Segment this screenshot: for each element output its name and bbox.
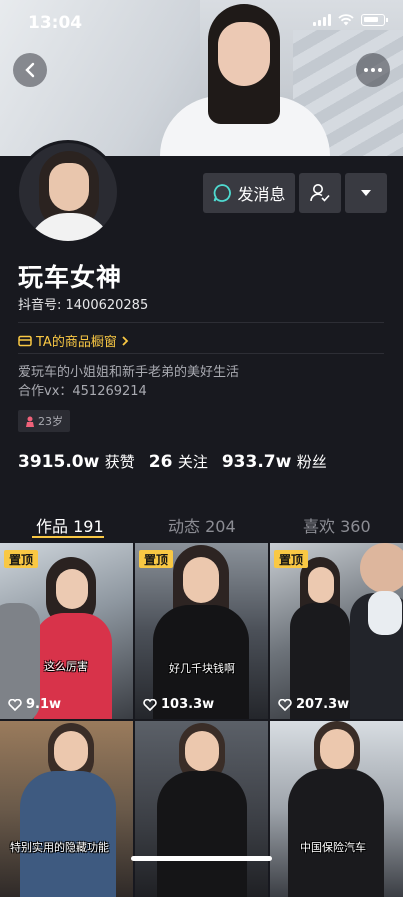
tab-moments[interactable]: 动态 204 bbox=[168, 513, 236, 537]
more-button[interactable] bbox=[356, 53, 390, 87]
tab-works[interactable]: 作品 191 bbox=[36, 513, 104, 537]
bio-line: 爱玩车的小姐姐和新手老弟的美好生活 bbox=[18, 365, 240, 380]
status-time: 13:04 bbox=[28, 13, 83, 33]
video-tile[interactable]: 置顶 207.3w bbox=[270, 543, 403, 719]
divider bbox=[18, 353, 384, 354]
home-indicator[interactable] bbox=[131, 856, 272, 861]
likes-stat[interactable]: 3915.0w 获赞 bbox=[18, 451, 135, 472]
heart-icon bbox=[143, 698, 157, 711]
dropdown-icon bbox=[361, 190, 371, 196]
message-icon bbox=[214, 184, 232, 202]
followers-value: 933.7w bbox=[221, 452, 292, 472]
shop-icon bbox=[18, 335, 32, 346]
followers-stat[interactable]: 933.7w 粉丝 bbox=[222, 451, 327, 472]
video-tile[interactable]: 特别实用的隐藏功能 bbox=[0, 721, 133, 897]
video-likes: 103.3w bbox=[143, 697, 214, 712]
video-likes-count: 207.3w bbox=[296, 697, 350, 712]
likes-value: 3915.0w bbox=[18, 452, 100, 472]
pinned-badge: 置顶 bbox=[4, 550, 39, 568]
video-caption: 中国保险汽车 bbox=[300, 841, 366, 854]
tab-likes[interactable]: 喜欢 360 bbox=[303, 513, 371, 537]
wifi-icon bbox=[338, 14, 354, 26]
divider bbox=[18, 322, 384, 323]
following-stat[interactable]: 26 关注 bbox=[149, 451, 208, 472]
video-likes: 207.3w bbox=[278, 697, 349, 712]
avatar[interactable] bbox=[16, 140, 120, 244]
video-grid: 置顶 这么厉害 9.1w 置顶 好几千块钱啊 103.3w 置顶 207.3w bbox=[0, 543, 403, 897]
female-icon bbox=[26, 416, 34, 427]
video-caption: 好几千块钱啊 bbox=[169, 662, 235, 675]
video-tile[interactable]: 中国保险汽车 bbox=[270, 721, 403, 897]
video-caption: 特别实用的隐藏功能 bbox=[10, 841, 109, 854]
profile-name: 玩车女神 bbox=[18, 263, 123, 292]
followers-label: 粉丝 bbox=[296, 453, 327, 471]
battery-icon bbox=[361, 14, 388, 26]
heart-icon bbox=[8, 698, 22, 711]
video-tile[interactable] bbox=[135, 721, 268, 897]
video-tile[interactable]: 置顶 好几千块钱啊 103.3w bbox=[135, 543, 268, 719]
chevron-right-icon bbox=[122, 335, 129, 346]
back-icon bbox=[25, 62, 35, 78]
age-tag: 23岁 bbox=[18, 410, 70, 432]
bio: 爱玩车的小姐姐和新手老弟的美好生活 合作vx：451269214 bbox=[18, 363, 239, 401]
status-bar: 13:04 bbox=[0, 0, 403, 46]
video-tile[interactable]: 置顶 这么厉害 9.1w bbox=[0, 543, 133, 719]
followed-button[interactable] bbox=[299, 173, 341, 213]
pinned-badge: 置顶 bbox=[274, 550, 309, 568]
video-likes-count: 103.3w bbox=[161, 697, 215, 712]
dropdown-button[interactable] bbox=[345, 173, 387, 213]
shop-label: TA的商品橱窗 bbox=[36, 335, 117, 350]
video-likes-count: 9.1w bbox=[26, 697, 62, 712]
signal-icon bbox=[313, 14, 331, 26]
douyin-id: 抖音号: 1400620285 bbox=[18, 298, 149, 313]
video-likes: 9.1w bbox=[8, 697, 61, 712]
likes-label: 获赞 bbox=[104, 453, 135, 471]
following-value: 26 bbox=[148, 452, 173, 472]
video-caption: 这么厉害 bbox=[44, 660, 88, 673]
heart-icon bbox=[278, 698, 292, 711]
stats-row: 3915.0w 获赞 26 关注 933.7w 粉丝 bbox=[18, 451, 327, 472]
more-icon bbox=[364, 68, 382, 72]
age-label: 23岁 bbox=[38, 415, 63, 428]
follow-icon bbox=[310, 184, 330, 202]
bio-contact: 合作vx：451269214 bbox=[18, 384, 147, 399]
send-message-label: 发消息 bbox=[237, 185, 286, 204]
active-tab-indicator bbox=[32, 536, 104, 538]
following-label: 关注 bbox=[177, 453, 208, 471]
back-button[interactable] bbox=[13, 53, 47, 87]
pinned-badge: 置顶 bbox=[139, 550, 174, 568]
shop-window-link[interactable]: TA的商品橱窗 bbox=[18, 331, 129, 350]
send-message-button[interactable]: 发消息 bbox=[203, 173, 295, 213]
